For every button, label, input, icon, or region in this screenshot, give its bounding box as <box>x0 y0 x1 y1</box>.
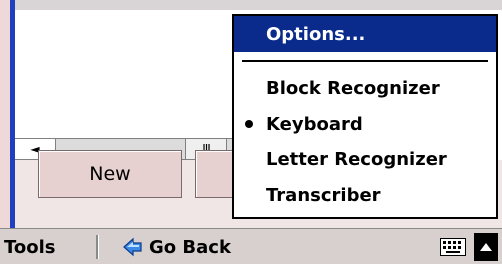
menu-item-transcriber[interactable]: Transcriber <box>234 180 496 210</box>
up-arrow-icon <box>480 243 492 251</box>
menu-separator <box>242 60 488 62</box>
input-panel-arrow-button[interactable] <box>474 233 498 261</box>
menu-item-label: Transcriber <box>266 184 381 206</box>
menu-item-letter-recognizer[interactable]: Letter Recognizer <box>234 144 496 174</box>
input-method-menu: Options... Block Recognizer Keyboard Let… <box>232 14 498 219</box>
bottom-menu-bar: Tools Go Back <box>0 228 502 264</box>
window-top-strip <box>15 0 502 10</box>
menu-item-label: Letter Recognizer <box>266 148 447 170</box>
menu-divider <box>96 235 99 259</box>
menu-item-label: Keyboard <box>266 113 363 135</box>
keyboard-icon[interactable] <box>440 238 466 256</box>
menu-item-keyboard[interactable]: Keyboard <box>234 109 496 139</box>
go-back-button[interactable]: Go Back <box>123 229 231 265</box>
back-arrow-icon <box>123 237 142 257</box>
go-back-label: Go Back <box>149 236 231 258</box>
menu-item-label: Block Recognizer <box>266 77 440 99</box>
window-left-margin <box>0 0 10 228</box>
new-button[interactable]: New <box>38 150 182 198</box>
selected-bullet-icon <box>245 120 253 128</box>
menu-item-block-recognizer[interactable]: Block Recognizer <box>234 73 496 103</box>
tools-menu[interactable]: Tools <box>4 229 56 265</box>
options-menu-item[interactable]: Options... <box>234 16 496 52</box>
